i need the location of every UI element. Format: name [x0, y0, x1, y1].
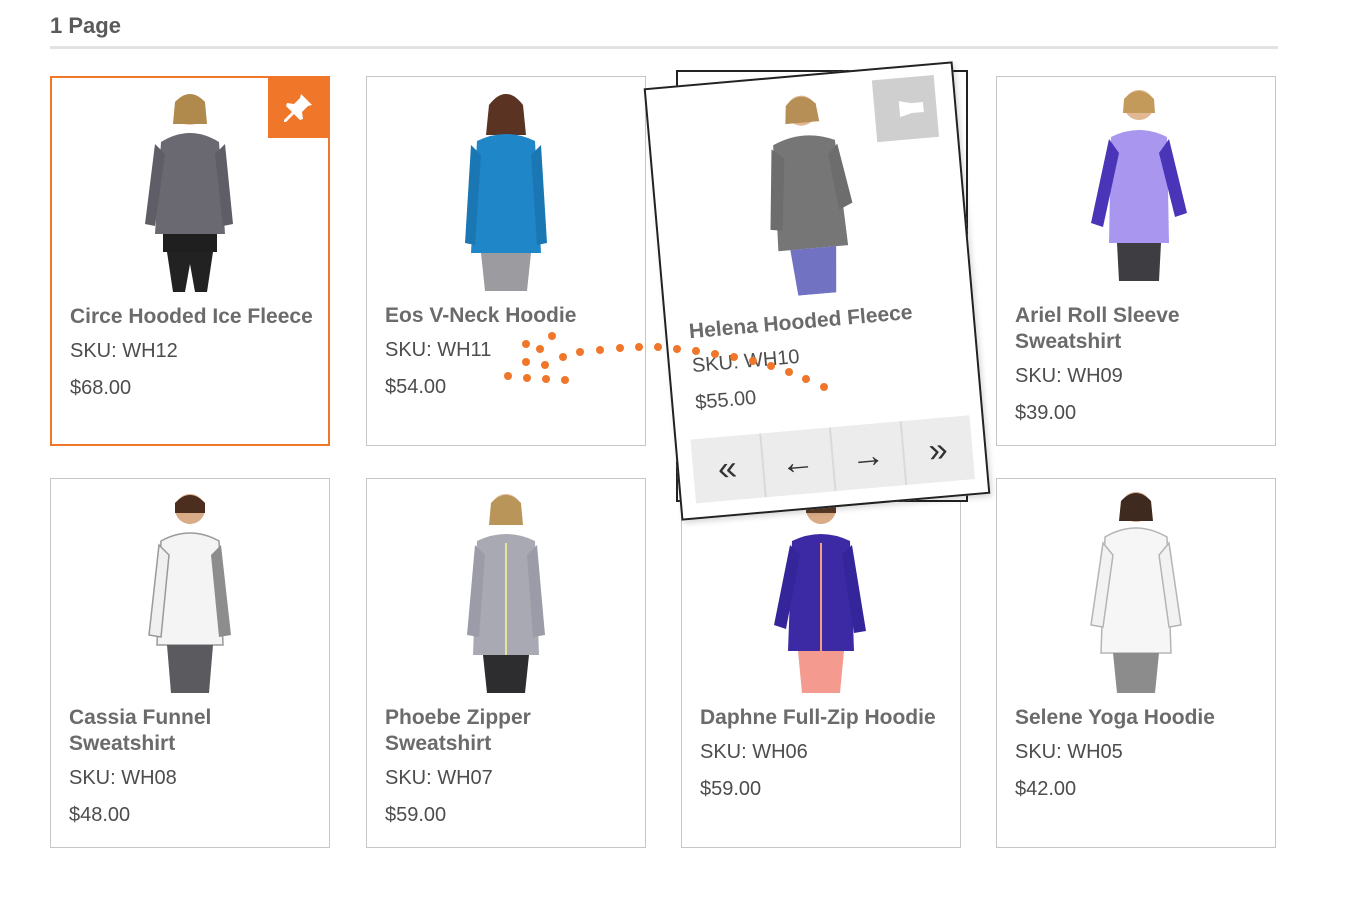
product-card-ariel[interactable]: Ariel Roll Sleeve Sweatshirt SKU: WH09 $… — [996, 76, 1276, 446]
product-price: $59.00 — [700, 778, 762, 800]
pin-button[interactable] — [268, 78, 328, 138]
product-sku: SKU: WH12 — [70, 340, 178, 362]
product-image — [1090, 492, 1182, 693]
product-image — [770, 95, 853, 296]
product-sku: SKU: WH06 — [700, 741, 808, 763]
prev-page-button[interactable]: ← — [760, 427, 837, 498]
product-name[interactable]: Selene Yoga Hoodie — [1015, 705, 1261, 731]
pin-button[interactable] — [871, 75, 940, 143]
product-name[interactable]: Cassia Funnel Sweatshirt — [69, 705, 315, 757]
product-price: $59.00 — [385, 804, 447, 826]
product-sku: SKU: WH08 — [69, 767, 177, 789]
product-image — [1091, 90, 1187, 281]
product-name[interactable]: Eos V-Neck Hoodie — [385, 303, 631, 329]
product-price: $48.00 — [69, 804, 131, 826]
product-card-selene[interactable]: Selene Yoga Hoodie SKU: WH05 $42.00 — [996, 478, 1276, 848]
product-price: $68.00 — [70, 377, 132, 399]
product-sku: SKU: WH09 — [1015, 365, 1123, 387]
product-card-daphne[interactable]: Daphne Full-Zip Hoodie SKU: WH06 $59.00 — [681, 478, 961, 848]
product-sku: SKU: WH07 — [385, 767, 493, 789]
product-card-phoebe[interactable]: Phoebe Zipper Sweatshirt SKU: WH07 $59.0… — [366, 478, 646, 848]
product-image — [774, 494, 866, 693]
product-price: $39.00 — [1015, 402, 1077, 424]
product-name[interactable]: Daphne Full-Zip Hoodie — [700, 705, 946, 731]
product-card-eos[interactable]: Eos V-Neck Hoodie SKU: WH11 $54.00 — [366, 76, 646, 446]
product-card-circe[interactable]: Circe Hooded Ice Fleece SKU: WH12 $68.00 — [50, 76, 330, 446]
product-image — [145, 94, 233, 292]
dragged-product-card-helena[interactable]: Helena Hooded Fleece SKU: WH10 $55.00 « … — [643, 61, 991, 521]
page-header: 1 Page — [50, 12, 1278, 49]
product-name[interactable]: Circe Hooded Ice Fleece — [70, 304, 314, 330]
product-price: $54.00 — [385, 376, 447, 398]
product-sku: SKU: WH11 — [385, 339, 492, 361]
product-image — [148, 494, 231, 693]
product-name[interactable]: Ariel Roll Sleeve Sweatshirt — [1015, 303, 1261, 355]
pushpin-icon — [284, 94, 312, 122]
card-pager: « ← → » — [690, 415, 975, 504]
product-card-cassia[interactable]: Cassia Funnel Sweatshirt SKU: WH08 $48.0… — [50, 478, 330, 848]
product-image — [465, 94, 547, 291]
product-price: $42.00 — [1015, 778, 1077, 800]
page-title: 1 Page — [50, 13, 121, 38]
pushpin-icon — [887, 101, 924, 118]
product-image — [467, 494, 545, 693]
next-page-button[interactable]: → — [830, 421, 907, 492]
first-page-button[interactable]: « — [690, 433, 767, 504]
product-name[interactable]: Phoebe Zipper Sweatshirt — [385, 705, 631, 757]
product-sku: SKU: WH05 — [1015, 741, 1123, 763]
last-page-button[interactable]: » — [901, 415, 975, 485]
